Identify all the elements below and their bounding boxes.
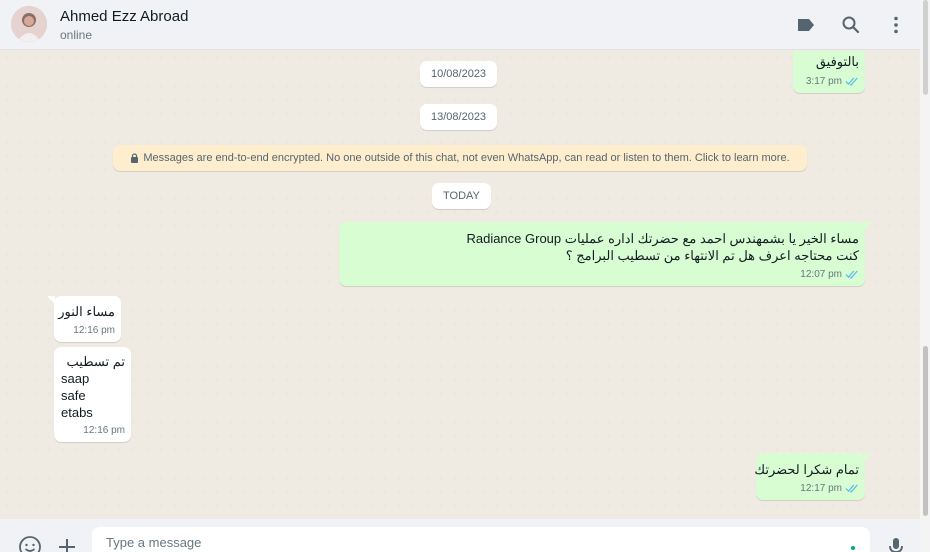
label-icon[interactable] [794, 13, 818, 37]
message-time: 12:07 pm [800, 269, 842, 280]
message-meta: 12:07 pm [800, 266, 859, 283]
contact-status: online [60, 28, 93, 42]
read-tick-icon [845, 270, 858, 279]
message-text-line: etabs [61, 405, 93, 420]
message-meta: 12:17 pm [800, 480, 859, 497]
composer [0, 519, 920, 552]
message-bubble-outgoing[interactable]: مساء الخير يا بشمهندس احمد مع حضرتك ادار… [339, 222, 872, 286]
date-divider-today: TODAY [432, 183, 491, 209]
message-text-line: كنت محتاجه اعرف هل تم الانتهاء من تسطيب … [565, 248, 859, 263]
message-text: بالتوفيق [815, 54, 859, 69]
message-bubble-outgoing[interactable]: تمام شكرا لحضرتك 12:17 pm [754, 453, 872, 500]
encryption-notice[interactable]: Messages are end-to-end encrypted. No on… [113, 145, 807, 171]
message-bubble-incoming[interactable]: تم تسطيب saap safe etabs 12:16 pm [54, 347, 131, 442]
date-divider: 13/08/2023 [420, 104, 498, 130]
scrollbar-upper-thumb[interactable] [923, 0, 928, 95]
attach-icon[interactable] [55, 535, 79, 552]
message-text: مساء النور [58, 304, 115, 319]
read-tick-icon [845, 77, 858, 86]
read-tick-icon [845, 484, 858, 493]
message-time: 12:16 pm [73, 325, 115, 336]
scrollbar-thumb[interactable] [923, 346, 928, 516]
message-text-line: مساء الخير يا بشمهندس احمد مع حضرتك ادار… [466, 231, 859, 246]
microphone-icon[interactable] [884, 535, 908, 552]
encryption-notice-text: Messages are end-to-end encrypted. No on… [143, 152, 790, 164]
message-input[interactable] [92, 527, 870, 552]
message-meta: 12:16 pm [83, 422, 125, 439]
message-text: تمام شكرا لحضرتك [754, 462, 859, 477]
contact-name[interactable]: Ahmed Ezz Abroad [60, 8, 188, 25]
date-divider: 10/08/2023 [420, 61, 498, 87]
message-time: 3:17 pm [805, 76, 842, 87]
message-list[interactable]: بالتوفيق 3:17 pm 10/08/2023 13/08/2023 M… [0, 51, 920, 519]
message-text-line: saap [61, 371, 90, 386]
emoji-icon[interactable] [18, 535, 42, 552]
message-time: 12:16 pm [83, 425, 125, 436]
menu-icon[interactable] [884, 13, 908, 37]
avatar[interactable] [11, 6, 47, 42]
message-text-line: safe [61, 388, 86, 403]
message-bubble-incoming[interactable]: مساء النور 12:16 pm [47, 296, 121, 342]
message-time: 12:17 pm [800, 483, 842, 494]
message-meta: 12:16 pm [73, 322, 115, 339]
search-icon[interactable] [839, 13, 863, 37]
message-meta: 3:17 pm [806, 73, 859, 90]
message-bubble-outgoing[interactable]: بالتوفيق 3:17 pm [793, 51, 865, 93]
chat-header: Ahmed Ezz Abroad online [0, 0, 920, 50]
status-dot [851, 546, 855, 550]
message-text-line: تم تسطيب [66, 354, 125, 369]
lock-icon [131, 153, 139, 163]
